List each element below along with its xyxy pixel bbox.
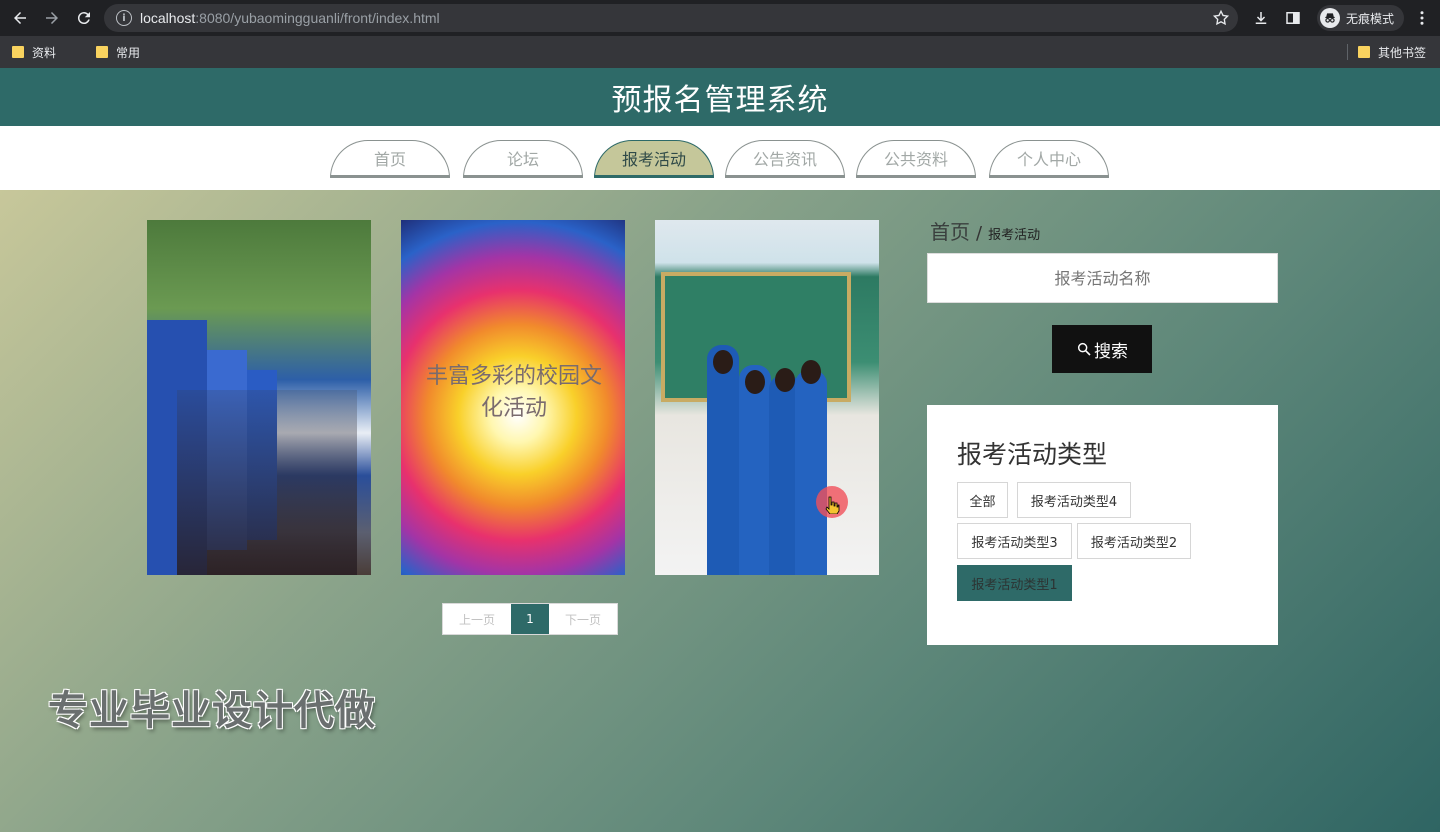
crowd-shape bbox=[177, 390, 357, 575]
browser-toolbar: i localhost:8080/yubaomingguanli/front/i… bbox=[0, 0, 1440, 36]
cursor-highlight bbox=[816, 486, 848, 518]
nav-tab-resources[interactable]: 公共资料 bbox=[856, 140, 976, 178]
incognito-badge[interactable]: 无痕模式 bbox=[1316, 5, 1404, 31]
type-filter-1[interactable]: 报考活动类型1 bbox=[957, 565, 1072, 601]
person-figure bbox=[707, 345, 739, 575]
site-header: 预报名管理系统 bbox=[0, 68, 1440, 126]
address-bar[interactable]: i localhost:8080/yubaomingguanli/front/i… bbox=[104, 4, 1238, 32]
url-path: :8080/yubaomingguanli/front/index.html bbox=[195, 10, 440, 26]
incognito-label: 无痕模式 bbox=[1345, 11, 1394, 26]
content-area: 丰富多彩的校园文化活动 上一页 1 下一页 专业毕业设计代做 首页 / 报考活动… bbox=[0, 190, 1440, 832]
info-icon[interactable]: i bbox=[116, 10, 132, 26]
type-filter-all[interactable]: 全部 bbox=[957, 482, 1008, 518]
type-panel-title: 报考活动类型 bbox=[957, 440, 1108, 469]
watermark-text: 专业毕业设计代做 bbox=[48, 688, 376, 734]
nav-tab-forum[interactable]: 论坛 bbox=[463, 140, 583, 178]
hand-cursor-icon bbox=[825, 496, 840, 514]
breadcrumb-separator: / bbox=[976, 223, 983, 244]
person-head bbox=[713, 350, 733, 374]
search-icon bbox=[1077, 342, 1091, 356]
nav-tab-profile[interactable]: 个人中心 bbox=[989, 140, 1109, 178]
incognito-icon bbox=[1319, 8, 1340, 28]
star-icon[interactable] bbox=[1212, 9, 1230, 31]
person-head bbox=[775, 368, 795, 392]
person-figure bbox=[739, 365, 771, 575]
bookmarks-bar: 资料 常用 其他书签 bbox=[0, 36, 1440, 68]
type-filter-2[interactable]: 报考活动类型2 bbox=[1077, 523, 1191, 559]
current-page[interactable]: 1 bbox=[511, 604, 549, 634]
activity-card-1[interactable] bbox=[147, 220, 371, 575]
url-text: localhost:8080/yubaomingguanli/front/ind… bbox=[140, 10, 440, 26]
nav-tab-news[interactable]: 公告资讯 bbox=[725, 140, 845, 178]
forward-icon[interactable] bbox=[38, 4, 66, 32]
sidebar-icon[interactable] bbox=[1279, 4, 1307, 32]
person-head bbox=[745, 370, 765, 394]
folder-icon bbox=[1357, 46, 1370, 58]
bookmark-label: 常用 bbox=[116, 45, 141, 60]
bookmark-label: 其他书签 bbox=[1377, 45, 1426, 60]
card-caption: 丰富多彩的校园文化活动 bbox=[425, 364, 602, 421]
nav-tab-home[interactable]: 首页 bbox=[330, 140, 450, 178]
back-icon[interactable] bbox=[6, 4, 34, 32]
search-button[interactable]: 搜索 bbox=[1052, 325, 1152, 373]
next-page-button[interactable]: 下一页 bbox=[549, 604, 617, 634]
type-filter-3[interactable]: 报考活动类型3 bbox=[957, 523, 1072, 559]
prev-page-button[interactable]: 上一页 bbox=[443, 604, 511, 634]
menu-icon[interactable] bbox=[1408, 4, 1436, 32]
search-button-label: 搜索 bbox=[1094, 341, 1128, 361]
activity-card-2[interactable]: 丰富多彩的校园文化活动 bbox=[401, 220, 625, 575]
type-filter-4[interactable]: 报考活动类型4 bbox=[1017, 482, 1131, 518]
folder-icon bbox=[96, 46, 109, 58]
bookmark-folder-ziliao[interactable]: 资料 bbox=[12, 44, 56, 61]
nav-tab-activities[interactable]: 报考活动 bbox=[594, 140, 714, 178]
main-nav: 首页 论坛 报考活动 公告资讯 公共资料 个人中心 bbox=[0, 126, 1440, 190]
site-title: 预报名管理系统 bbox=[611, 83, 829, 118]
breadcrumb: 首页 / 报考活动 bbox=[930, 216, 1040, 245]
person-head bbox=[801, 360, 821, 384]
bookmark-folder-changyong[interactable]: 常用 bbox=[96, 44, 140, 61]
download-icon[interactable] bbox=[1247, 4, 1275, 32]
activity-type-panel: 报考活动类型 全部 报考活动类型4 报考活动类型3 报考活动类型2 报考活动类型… bbox=[927, 405, 1278, 645]
bookmark-label: 资料 bbox=[32, 45, 57, 60]
reload-icon[interactable] bbox=[70, 4, 98, 32]
pagination: 上一页 1 下一页 bbox=[442, 603, 618, 635]
breadcrumb-home[interactable]: 首页 bbox=[930, 216, 970, 245]
breadcrumb-current: 报考活动 bbox=[988, 228, 1041, 243]
search-input[interactable] bbox=[927, 253, 1278, 303]
bookmark-folder-other[interactable]: 其他书签 bbox=[1357, 44, 1426, 61]
person-figure bbox=[795, 370, 827, 575]
folder-icon bbox=[12, 46, 24, 58]
activity-card-3[interactable] bbox=[655, 220, 879, 575]
bookmark-divider bbox=[1346, 44, 1348, 60]
url-host: localhost bbox=[140, 10, 196, 26]
